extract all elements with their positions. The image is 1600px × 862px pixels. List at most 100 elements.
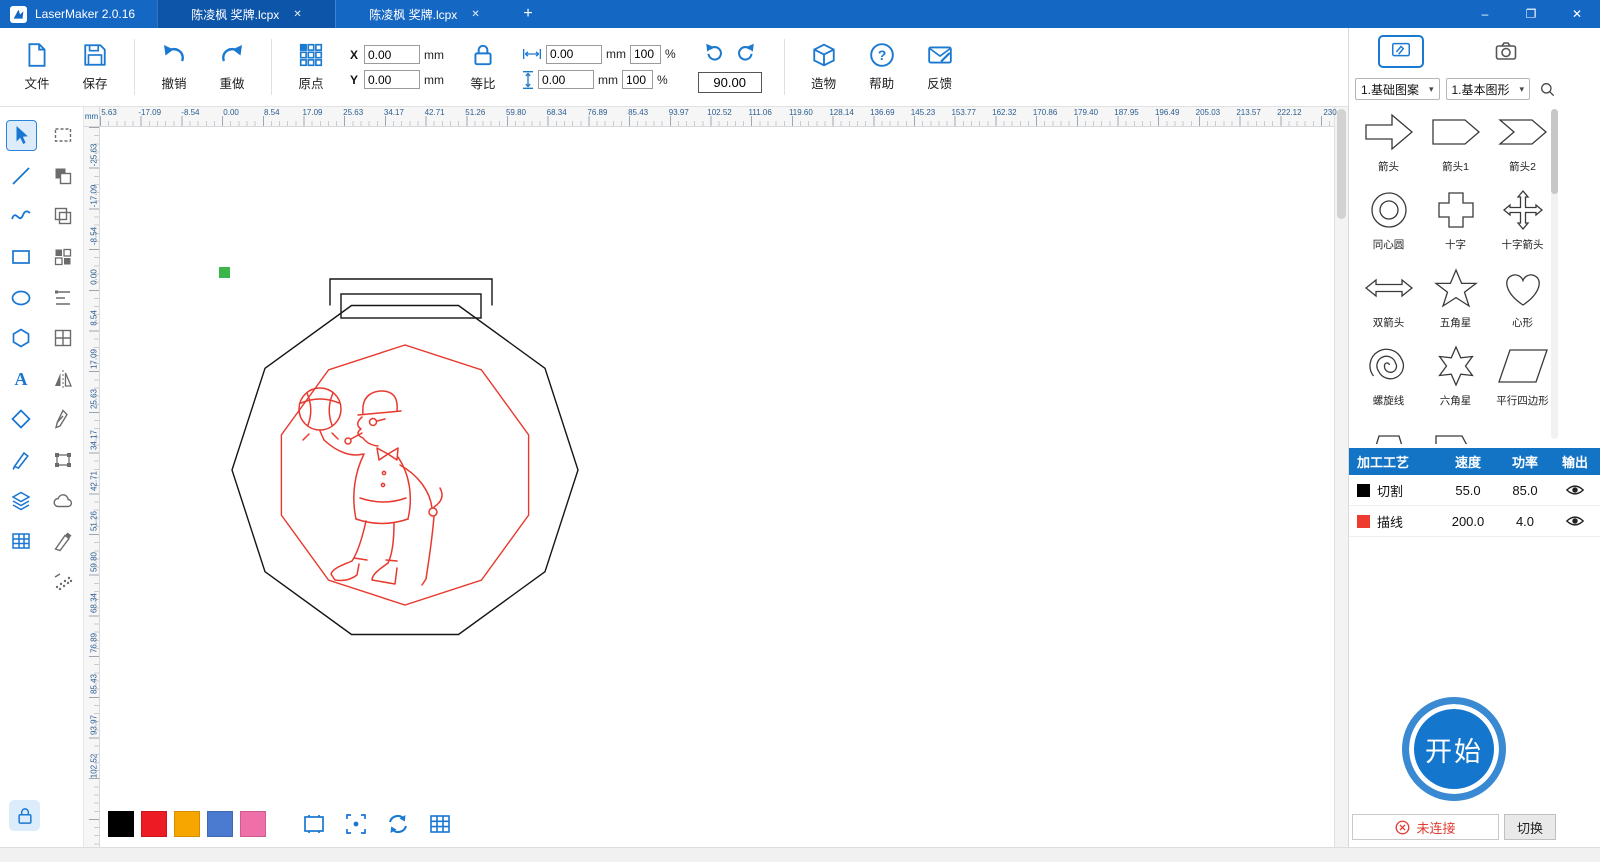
refresh-button[interactable] <box>383 809 413 839</box>
process-row-trace[interactable]: 描线 200.0 4.0 <box>1349 506 1600 537</box>
width-percent-input[interactable] <box>630 45 661 64</box>
tool-align[interactable] <box>48 282 79 313</box>
grid-button[interactable] <box>425 809 455 839</box>
shape-partial[interactable] <box>1355 420 1422 444</box>
feedback-button[interactable]: 反馈 <box>911 33 969 101</box>
library-scrollbar[interactable] <box>1551 109 1558 439</box>
y-input[interactable] <box>364 70 420 89</box>
ruler-label: 162.32 <box>992 108 1016 117</box>
canvas-vertical-scrollbar[interactable] <box>1334 107 1348 847</box>
file-button[interactable]: 文件 <box>8 33 66 101</box>
tab-close-icon[interactable]: ✕ <box>293 9 301 20</box>
mascot-figure[interactable] <box>299 388 442 585</box>
tool-boolean[interactable] <box>48 160 79 191</box>
tool-mirror[interactable] <box>48 363 79 394</box>
tab-camera[interactable] <box>1454 39 1559 63</box>
tool-pen[interactable] <box>48 404 79 435</box>
layer-color-chip[interactable] <box>1357 515 1370 528</box>
tool-polygon[interactable] <box>6 323 37 354</box>
tool-copy[interactable] <box>48 201 79 232</box>
visibility-toggle-eye-icon[interactable] <box>1565 514 1585 528</box>
layer-color-chip[interactable] <box>1357 484 1370 497</box>
shape-arrow2[interactable]: 箭头2 <box>1489 108 1556 186</box>
canvas-drawing[interactable] <box>100 127 1334 847</box>
shape-heart[interactable]: 心形 <box>1489 264 1556 342</box>
maximize-button[interactable]: ❐ <box>1508 0 1554 28</box>
height-input[interactable] <box>538 70 594 89</box>
tool-array[interactable] <box>48 242 79 273</box>
color-swatch-black[interactable] <box>108 811 134 837</box>
shape-arrow[interactable]: 箭头 <box>1355 108 1422 186</box>
shape-double-arrow[interactable]: 双箭头 <box>1355 264 1422 342</box>
close-button[interactable]: ✕ <box>1554 0 1600 28</box>
tool-select[interactable] <box>6 120 37 151</box>
shape-cross[interactable]: 十字 <box>1422 186 1489 264</box>
shape-spiral[interactable]: 螺旋线 <box>1355 342 1422 420</box>
search-icon[interactable] <box>1536 78 1558 100</box>
tool-curve[interactable] <box>6 201 37 232</box>
library-tabs <box>1349 28 1600 74</box>
shape-arrow1[interactable]: 箭头1 <box>1422 108 1489 186</box>
redo-button[interactable]: 重做 <box>203 33 261 101</box>
visibility-toggle-eye-icon[interactable] <box>1565 483 1585 497</box>
tool-line[interactable] <box>6 160 37 191</box>
tool-cloud[interactable] <box>48 485 79 516</box>
selection-handle[interactable] <box>219 267 230 278</box>
process-row-cut[interactable]: 切割 55.0 85.0 <box>1349 475 1600 506</box>
tool-layers[interactable] <box>6 485 37 516</box>
canvas-lock-button[interactable] <box>9 800 40 831</box>
new-tab-button[interactable]: + <box>513 5 543 23</box>
color-swatch-blue[interactable] <box>207 811 233 837</box>
fit-view-button[interactable] <box>341 809 371 839</box>
document-tab-1[interactable]: 陈凌枫 奖牌.lcpx ✕ <box>157 0 335 28</box>
shape-star5[interactable]: 五角星 <box>1422 264 1489 342</box>
tool-node-edit[interactable] <box>48 445 79 476</box>
minimize-button[interactable]: – <box>1462 0 1508 28</box>
height-percent-input[interactable] <box>622 70 653 89</box>
tab-close-icon[interactable]: ✕ <box>471 9 479 20</box>
tool-group[interactable] <box>48 323 79 354</box>
origin-button[interactable]: 原点 <box>282 33 340 101</box>
medal-inner-border[interactable] <box>281 345 528 605</box>
tool-knife[interactable] <box>6 445 37 476</box>
undo-button[interactable]: 撤销 <box>145 33 203 101</box>
canvas[interactable] <box>100 127 1334 847</box>
document-tab-2[interactable]: 陈凌枫 奖牌.lcpx ✕ <box>335 0 513 28</box>
tool-spray[interactable] <box>48 566 79 597</box>
width-input[interactable] <box>546 45 602 64</box>
shape-concentric-circles[interactable]: 同心圆 <box>1355 186 1422 264</box>
color-swatch-pink[interactable] <box>240 811 266 837</box>
category-dropdown-pattern[interactable]: 1.基础图案▾ <box>1355 78 1440 100</box>
shape-parallelogram[interactable]: 平行四边形 <box>1489 342 1556 420</box>
category-dropdown-shape[interactable]: 1.基本图形▾ <box>1446 78 1531 100</box>
shape-cross-arrows[interactable]: 十字箭头 <box>1489 186 1556 264</box>
create-button[interactable]: 造物 <box>795 33 853 101</box>
x-input[interactable] <box>364 45 420 64</box>
tab-shape-library[interactable] <box>1349 35 1454 68</box>
tool-rectangle[interactable] <box>6 242 37 273</box>
medal-tab[interactable] <box>330 279 492 306</box>
lock-ratio-button[interactable]: 等比 <box>454 33 512 101</box>
color-swatch-orange[interactable] <box>174 811 200 837</box>
save-button[interactable]: 保存 <box>66 33 124 101</box>
shape-star6[interactable]: 六角星 <box>1422 342 1489 420</box>
rotate-ccw-button[interactable] <box>703 41 725 68</box>
tool-diamond[interactable] <box>6 404 37 435</box>
switch-device-button[interactable]: 切换 <box>1504 814 1556 840</box>
tool-marquee-select[interactable] <box>48 120 79 151</box>
tool-table[interactable] <box>6 526 37 557</box>
tool-text[interactable]: A <box>6 363 37 394</box>
horizontal-scrollbar[interactable] <box>0 847 1600 862</box>
save-icon <box>82 42 108 68</box>
color-swatch-red[interactable] <box>141 811 167 837</box>
work-area-button[interactable] <box>299 809 329 839</box>
diamond-icon <box>10 408 32 430</box>
help-button[interactable]: ? 帮助 <box>853 33 911 101</box>
chevron-down-icon: ▾ <box>1429 84 1434 95</box>
rotate-angle-input[interactable] <box>698 72 762 93</box>
tool-marker[interactable] <box>48 526 79 557</box>
start-button[interactable]: 开始 <box>1402 697 1506 801</box>
tool-ellipse[interactable] <box>6 282 37 313</box>
shape-partial[interactable] <box>1422 420 1489 444</box>
rotate-cw-button[interactable] <box>735 41 757 68</box>
